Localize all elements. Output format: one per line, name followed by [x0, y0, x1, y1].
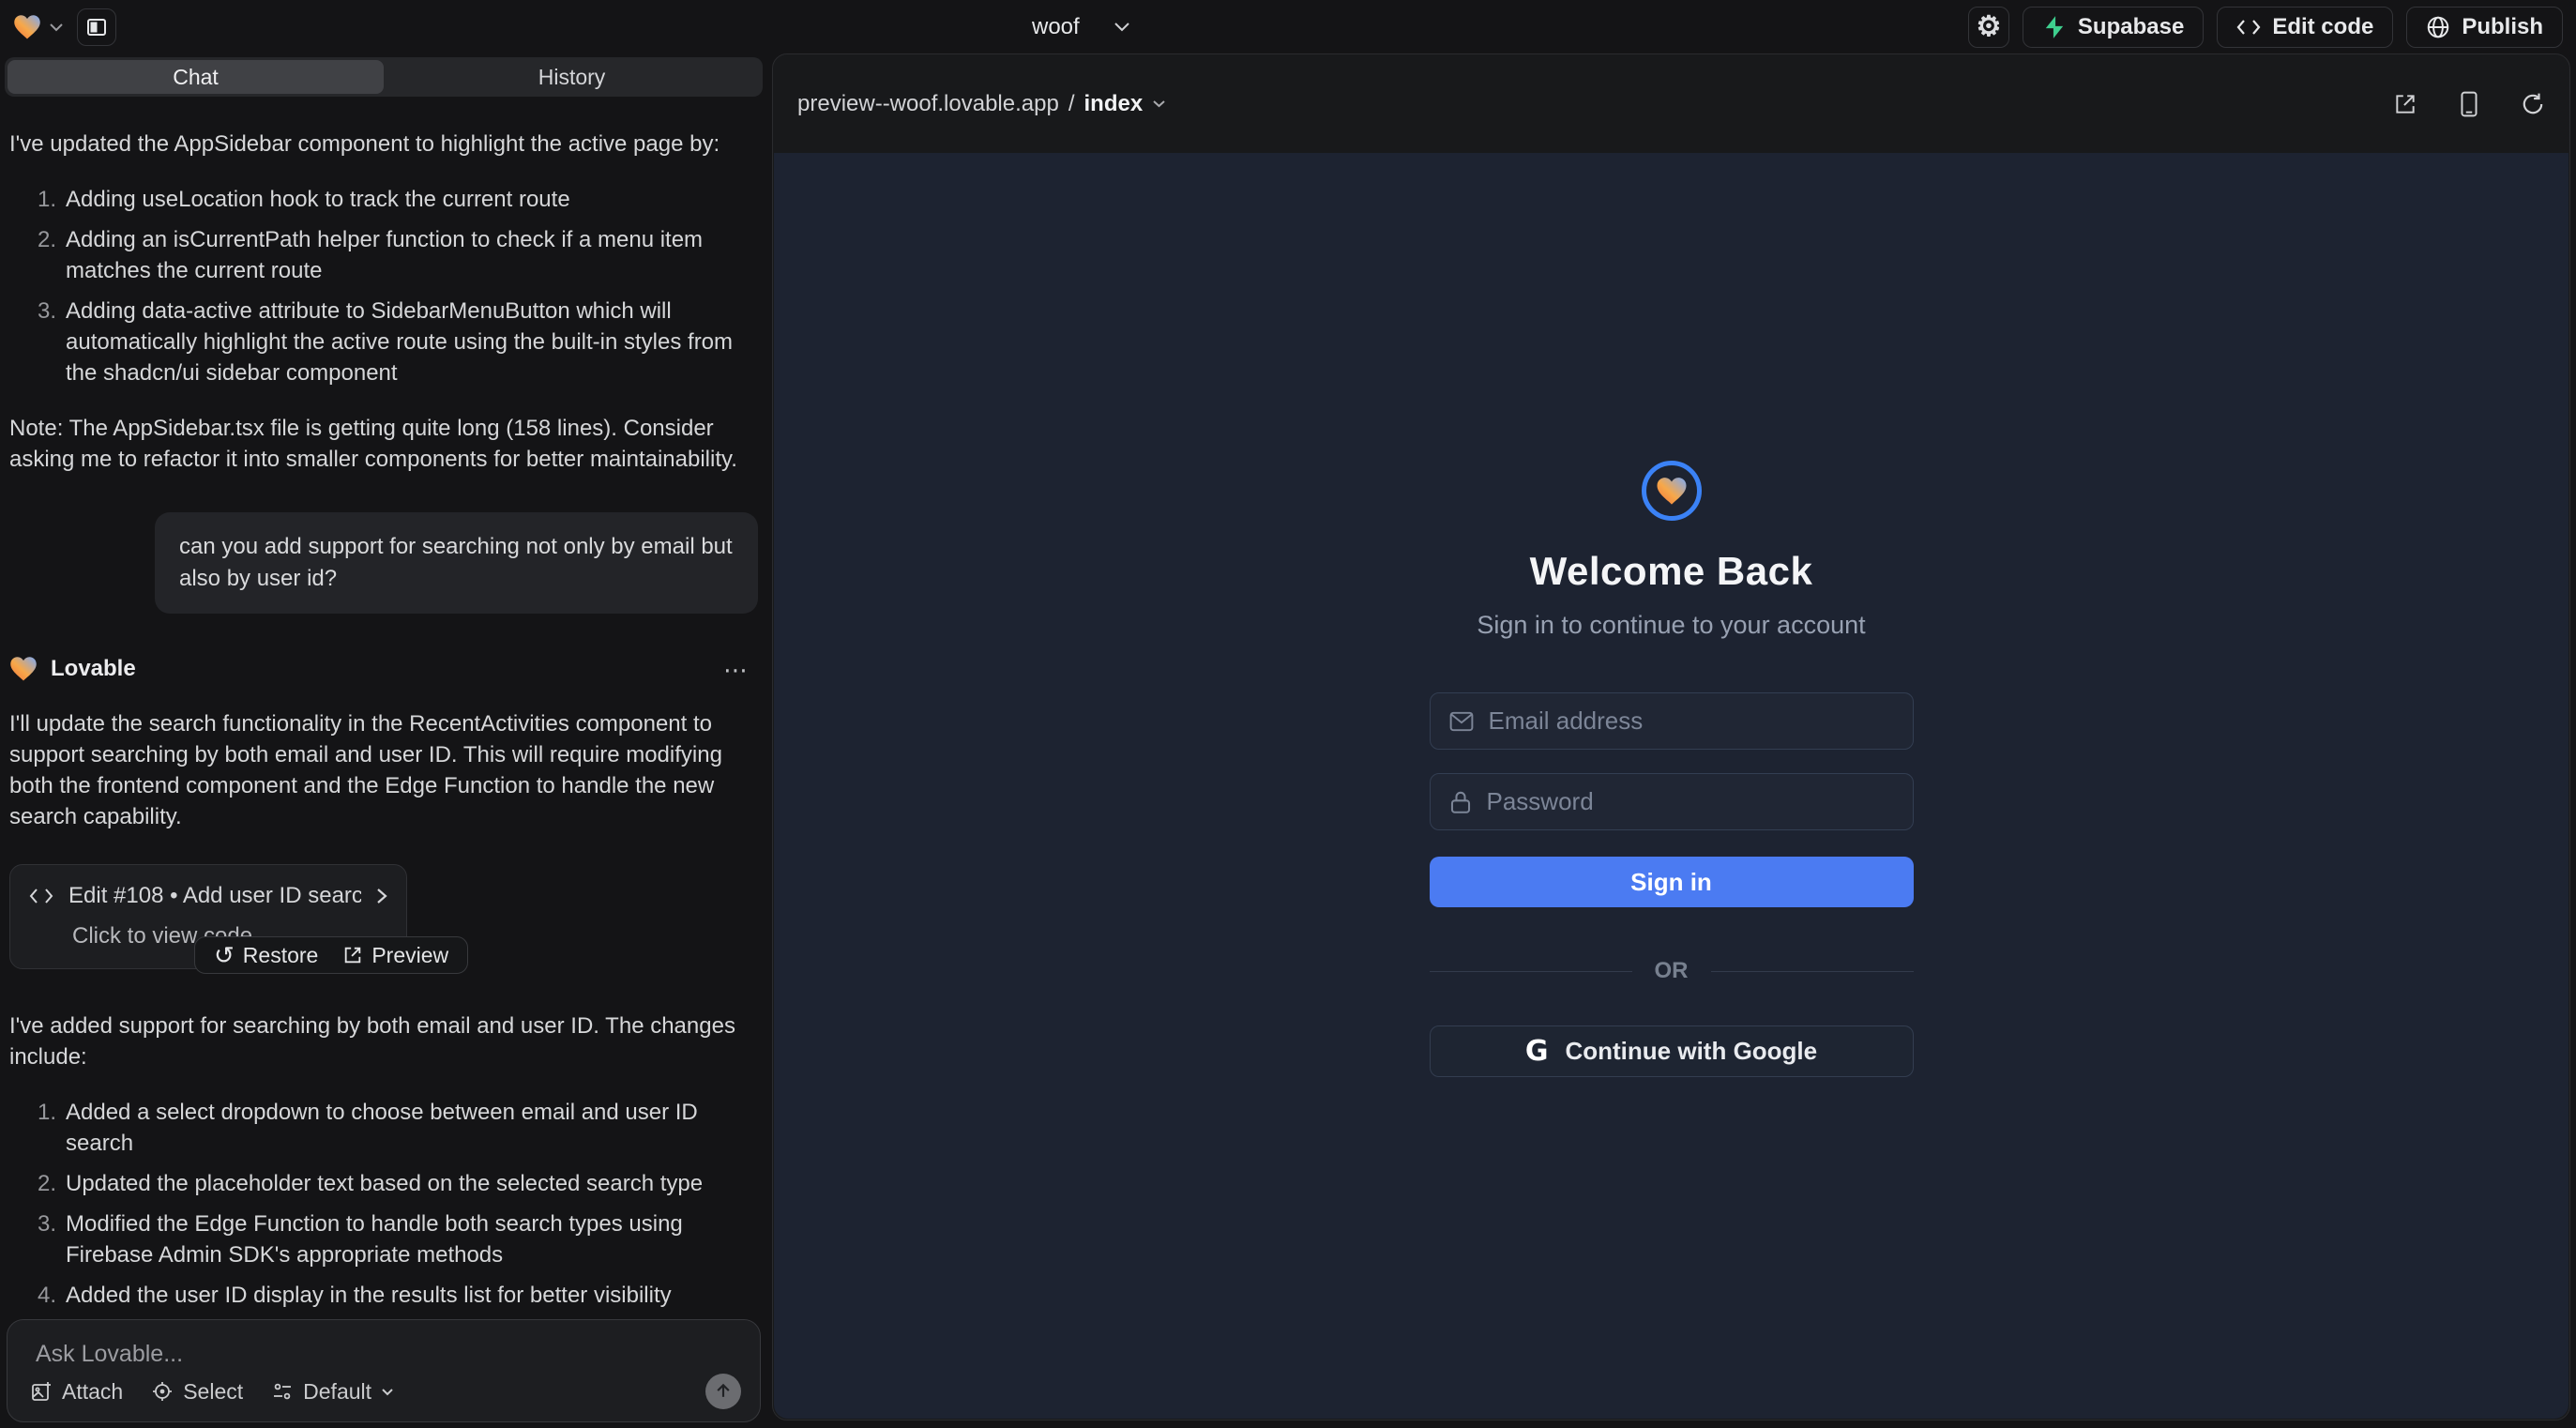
supabase-button[interactable]: Supabase [2023, 7, 2204, 48]
assistant-message-text: I'll update the search functionality in … [9, 708, 758, 832]
project-name[interactable]: woof [1032, 14, 1080, 40]
list-item: 3.Modified the Edge Function to handle b… [9, 1208, 758, 1270]
user-message-bubble: can you add support for searching not on… [155, 512, 758, 614]
publish-button[interactable]: Publish [2406, 7, 2563, 48]
assistant-numbered-list: 1.Adding useLocation hook to track the c… [9, 184, 758, 388]
send-button[interactable] [705, 1374, 741, 1409]
lovable-heart-icon [9, 656, 38, 682]
publish-label: Publish [2462, 14, 2543, 40]
tab-history[interactable]: History [384, 60, 760, 94]
password-field[interactable]: Password [1430, 773, 1914, 830]
preview-app-viewport: Welcome Back Sign in to continue to your… [774, 153, 2568, 1419]
edit-card-hover-actions: ↺ Restore Preview [194, 936, 468, 974]
password-placeholder: Password [1487, 787, 1594, 816]
chat-mode-dropdown[interactable]: Default [271, 1379, 394, 1405]
heart-icon [1656, 477, 1688, 506]
refresh-button[interactable] [2521, 92, 2545, 116]
topbar: woof ⚙ Supabase Edit code Publish [0, 0, 2576, 53]
select-target-icon [151, 1380, 174, 1403]
composer[interactable]: Ask Lovable... Attach Select Default [7, 1319, 761, 1422]
mobile-view-button[interactable] [2459, 91, 2479, 117]
list-item: 2.Updated the placeholder text based on … [9, 1168, 758, 1199]
edit-code-card[interactable]: Edit #108 • Add user ID search supp... C… [9, 864, 407, 969]
chevron-down-icon[interactable] [1152, 99, 1166, 108]
assistant-numbered-list: 1.Added a select dropdown to choose betw… [9, 1097, 758, 1311]
assistant-message-header: Lovable ⋯ [9, 653, 758, 684]
restore-icon: ↺ [214, 943, 235, 967]
message-options-icon[interactable]: ⋯ [723, 655, 750, 686]
or-divider: OR [1430, 958, 1914, 984]
attach-image-icon [30, 1380, 53, 1403]
preview-header: preview--woof.lovable.app / index [773, 54, 2569, 153]
list-item: 3.Adding data-active attribute to Sideba… [9, 296, 758, 388]
settings-sliders-icon [271, 1380, 294, 1403]
preview-url-bar[interactable]: preview--woof.lovable.app / index [797, 54, 1166, 153]
code-icon [29, 888, 53, 904]
preview-url: preview--woof.lovable.app [797, 91, 1059, 117]
email-field[interactable]: Email address [1430, 692, 1914, 750]
login-title: Welcome Back [1530, 549, 1813, 594]
preview-panel: preview--woof.lovable.app / index [772, 53, 2570, 1420]
login-form: Welcome Back Sign in to continue to your… [1430, 461, 1914, 1077]
restore-button[interactable]: ↺ Restore [214, 940, 318, 971]
assistant-message-text: I've added support for searching by both… [9, 1010, 758, 1072]
supabase-icon [2042, 15, 2067, 39]
app-logo [1642, 461, 1702, 521]
list-item: 4.Added the user ID display in the resul… [9, 1280, 758, 1311]
supabase-label: Supabase [2078, 14, 2184, 40]
list-item: 2.Adding an isCurrentPath helper functio… [9, 224, 758, 286]
lovable-heart-icon [13, 14, 41, 40]
assistant-note-text: Note: The AppSidebar.tsx file is getting… [9, 413, 758, 475]
chevron-down-icon [49, 23, 64, 32]
globe-icon [2426, 15, 2450, 39]
sign-in-button[interactable]: Sign in [1430, 857, 1914, 907]
chevron-down-icon [381, 1388, 394, 1396]
mail-icon [1449, 711, 1474, 732]
email-placeholder: Email address [1489, 706, 1644, 736]
select-button[interactable]: Select [151, 1379, 243, 1405]
google-g-icon: G [1525, 1035, 1549, 1068]
edit-code-button[interactable]: Edit code [2217, 7, 2393, 48]
chat-history-tabs: Chat History [5, 57, 763, 97]
tab-chat[interactable]: Chat [8, 60, 384, 94]
gear-icon: ⚙ [1976, 13, 2001, 41]
attach-button[interactable]: Attach [30, 1379, 123, 1405]
project-chevron-down-icon[interactable] [1114, 22, 1130, 32]
assistant-message-text: I've updated the AppSidebar component to… [9, 129, 758, 160]
list-item: 1.Added a select dropdown to choose betw… [9, 1097, 758, 1159]
settings-button[interactable]: ⚙ [1968, 7, 2009, 48]
login-subtitle: Sign in to continue to your account [1477, 611, 1865, 640]
chat-message-list[interactable]: I've updated the AppSidebar component to… [9, 112, 758, 1314]
composer-input[interactable]: Ask Lovable... [36, 1341, 183, 1368]
preview-page-name: index [1083, 91, 1143, 117]
lock-icon [1449, 790, 1472, 814]
code-icon [2236, 18, 2261, 37]
lovable-logo-menu[interactable] [13, 14, 64, 40]
external-link-icon [342, 945, 363, 965]
edit-card-title: Edit #108 • Add user ID search supp... [68, 880, 361, 911]
preview-button[interactable]: Preview [342, 940, 448, 971]
chat-panel: Chat History I've updated the AppSidebar… [0, 53, 767, 1428]
continue-with-google-button[interactable]: G Continue with Google [1430, 1025, 1914, 1077]
edit-code-label: Edit code [2272, 14, 2373, 40]
sidebar-toggle-button[interactable] [77, 8, 116, 46]
open-in-new-tab-button[interactable] [2393, 92, 2417, 116]
assistant-name: Lovable [51, 653, 136, 684]
chevron-right-icon [376, 888, 387, 904]
list-item: 1.Adding useLocation hook to track the c… [9, 184, 758, 215]
